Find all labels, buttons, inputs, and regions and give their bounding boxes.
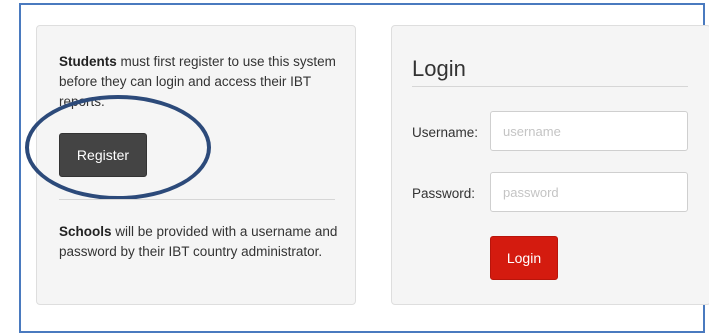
username-label: Username: bbox=[412, 125, 479, 140]
password-input[interactable] bbox=[490, 172, 688, 212]
register-button[interactable]: Register bbox=[59, 133, 147, 177]
divider bbox=[59, 199, 335, 200]
password-label: Password: bbox=[412, 186, 476, 201]
screenshot-frame: Students must first register to use this… bbox=[19, 3, 709, 333]
username-input[interactable] bbox=[490, 111, 688, 151]
students-info-text: Students must first register to use this… bbox=[59, 52, 339, 112]
login-title: Login bbox=[412, 56, 466, 81]
divider bbox=[412, 86, 688, 87]
info-panel: Students must first register to use this… bbox=[25, 25, 356, 305]
schools-label: Schools bbox=[59, 224, 112, 239]
students-label: Students bbox=[59, 54, 117, 69]
login-button[interactable]: Login bbox=[490, 236, 558, 280]
schools-info-text: Schools will be provided with a username… bbox=[59, 222, 339, 262]
login-panel: Login Username: Password: Login bbox=[391, 25, 709, 305]
